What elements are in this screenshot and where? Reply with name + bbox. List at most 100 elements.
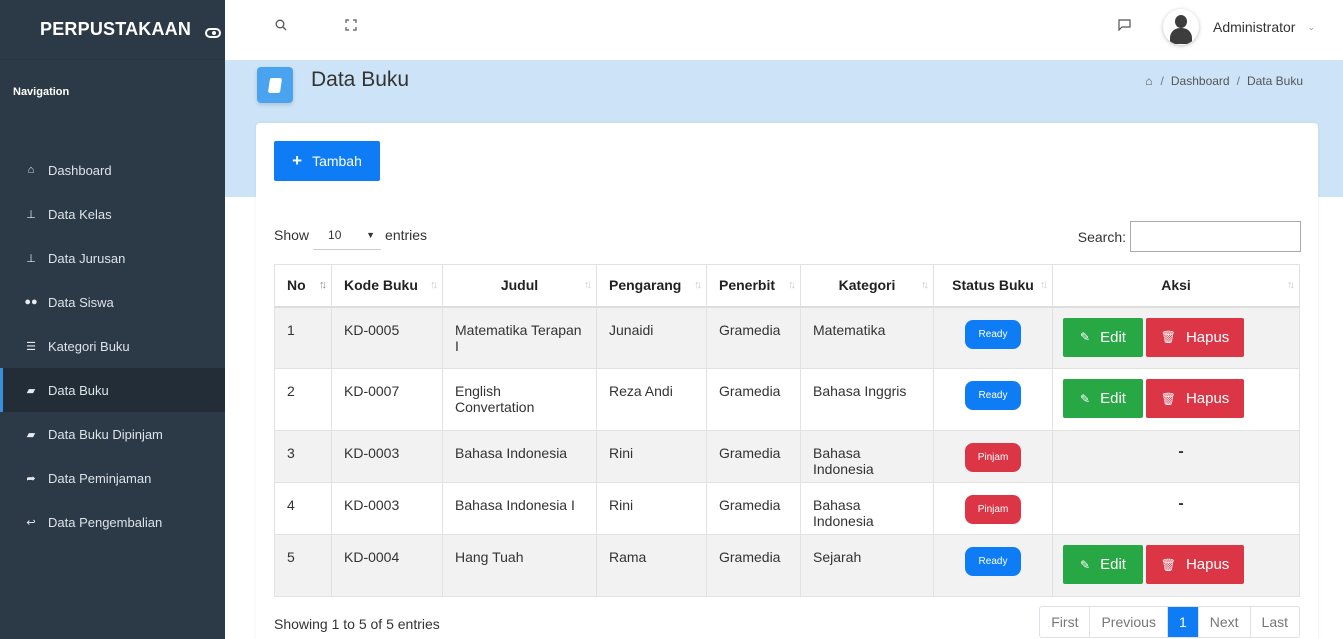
col-pengarang[interactable]: Pengarang ↑↓ <box>596 264 707 308</box>
book-icon: ▰ <box>26 384 36 397</box>
sidebar-item-label: Data Pengembalian <box>48 514 163 530</box>
sidebar-item-label: Data Jurusan <box>48 250 126 266</box>
sidebar-item-kategori-buku[interactable]: ☰ Kategori Buku <box>0 324 225 368</box>
sidebar-item-dashboard[interactable]: ⌂ Dashboard <box>0 148 225 192</box>
page-title: Data Buku <box>311 68 410 91</box>
edit-button[interactable]: ✎ Edit <box>1063 379 1143 418</box>
nav-title: Navigation <box>13 86 70 98</box>
nav-list: ⌂ Dashboard ⊥ Data Kelas ⊥ Data Jurusan ●● D… <box>0 148 225 544</box>
page-next[interactable]: Next <box>1197 607 1250 637</box>
delete-label: Hapus <box>1185 390 1230 407</box>
edit-button[interactable]: ✎ Edit <box>1063 317 1143 357</box>
toggle-icon[interactable] <box>205 27 222 38</box>
status-badge: Pinjam <box>965 495 1021 524</box>
cell-aksi: - <box>1052 482 1300 535</box>
search-control: Search: <box>1078 221 1301 252</box>
entries-value: 10 <box>328 227 342 242</box>
cell-judul: Bahasa Indonesia <box>442 430 597 483</box>
book-icon <box>257 67 293 103</box>
table-row: 3 KD-0003 Bahasa Indonesia Rini Gramedia… <box>274 430 1300 483</box>
cell-pengarang: Rini <box>596 430 707 483</box>
pagination: First Previous 1 Next Last <box>1039 606 1300 638</box>
breadcrumb: ⌂ / Dashboard / Data Buku <box>1145 74 1303 88</box>
sidebar-item-data-jurusan[interactable]: ⊥ Data Jurusan <box>0 236 225 280</box>
delete-label: Hapus <box>1185 328 1230 346</box>
sidebar-item-data-kelas[interactable]: ⊥ Data Kelas <box>0 192 225 236</box>
sidebar-item-data-siswa[interactable]: ●● Data Siswa <box>0 280 225 324</box>
user-menu[interactable]: Administrator ⌄ <box>1162 9 1315 45</box>
entries-select[interactable]: 10 ▼ <box>313 220 382 250</box>
cell-status: Ready <box>933 534 1053 597</box>
share-icon: ➦ <box>26 472 36 485</box>
cell-kode: KD-0005 <box>331 306 443 369</box>
breadcrumb-dashboard[interactable]: Dashboard <box>1171 74 1230 88</box>
col-status-buku[interactable]: Status Buku ↑↓ <box>933 264 1053 308</box>
topbar: Administrator ⌄ <box>225 0 1343 60</box>
cell-kategori: Bahasa Inggris <box>800 368 934 431</box>
cell-kategori: Bahasa Indonesia <box>800 482 934 535</box>
edit-icon: ✎ <box>1080 330 1091 344</box>
home-icon: ⌂ <box>27 164 35 176</box>
cell-judul: English Convertation <box>442 368 597 431</box>
cell-penerbit: Gramedia <box>706 306 801 369</box>
sort-icon: ↑↓ <box>1287 279 1295 291</box>
sort-icon: ↑↓ <box>319 279 327 291</box>
col-no[interactable]: No ↑↓ <box>274 264 332 308</box>
col-kode-buku[interactable]: Kode Buku ↑↓ <box>331 264 443 308</box>
trash-icon: 🗑 <box>1160 391 1176 406</box>
cell-status: Ready <box>933 306 1053 369</box>
col-kategori[interactable]: Kategori ↑↓ <box>800 264 934 308</box>
search-label: Search: <box>1077 228 1126 245</box>
col-aksi[interactable]: Aksi ↑↓ <box>1052 264 1300 308</box>
cell-judul: Matematika Terapan I <box>442 306 597 369</box>
col-penerbit[interactable]: Penerbit ↑↓ <box>706 264 801 308</box>
cell-pengarang: Rama <box>596 534 707 597</box>
fullscreen-icon[interactable] <box>345 19 357 34</box>
edit-button[interactable]: ✎ Edit <box>1063 545 1143 584</box>
search-icon[interactable] <box>275 19 287 34</box>
col-judul[interactable]: Judul ↑↓ <box>442 264 597 308</box>
entries-label: entries <box>385 227 428 243</box>
home-icon[interactable]: ⌂ <box>1145 74 1152 88</box>
page-1[interactable]: 1 <box>1166 607 1198 637</box>
cell-penerbit: Gramedia <box>706 482 801 535</box>
sort-icon: ↑↓ <box>430 279 438 291</box>
edit-icon: ✎ <box>1080 391 1091 406</box>
sort-icon: ↑↓ <box>694 279 702 291</box>
page-first[interactable]: First <box>1040 607 1089 637</box>
brand-title: PERPUSTAKAAN <box>40 19 192 39</box>
users-icon: ●● <box>24 296 38 308</box>
cell-pengarang: Junaidi <box>596 306 707 369</box>
edit-label: Edit <box>1100 328 1126 346</box>
main-content: Data Buku ⌂ / Dashboard / Data Buku + Ta… <box>225 60 1343 639</box>
page-previous[interactable]: Previous <box>1089 607 1166 637</box>
message-icon[interactable] <box>1118 19 1131 34</box>
cell-aksi: - <box>1052 430 1300 483</box>
cell-status: Pinjam <box>933 430 1053 483</box>
sort-icon: ↑↓ <box>1040 279 1048 291</box>
sidebar-item-data-buku[interactable]: ▰ Data Buku <box>0 368 225 412</box>
delete-button[interactable]: 🗑 Hapus <box>1146 379 1244 418</box>
trash-icon: 🗑 <box>1160 557 1176 572</box>
add-button[interactable]: + Tambah <box>274 141 380 181</box>
table-row: 1 KD-0005 Matematika Terapan I Junaidi G… <box>274 306 1300 369</box>
edit-label: Edit <box>1100 556 1126 573</box>
sidebar-item-data-peminjaman[interactable]: ➦ Data Peminjaman <box>0 456 225 500</box>
status-badge: Ready <box>965 319 1021 349</box>
search-input[interactable] <box>1130 221 1301 252</box>
status-badge: Ready <box>965 381 1021 410</box>
status-badge: Ready <box>965 547 1021 576</box>
page-last[interactable]: Last <box>1249 607 1299 637</box>
list-icon: ☰ <box>26 340 36 353</box>
breadcrumb-current: Data Buku <box>1246 74 1303 88</box>
table-row: 2 KD-0007 English Convertation Reza Andi… <box>274 368 1300 431</box>
brand[interactable]: PERPUSTAKAAN <box>0 0 225 60</box>
cell-judul: Hang Tuah <box>442 534 597 597</box>
col-label: Kategori <box>838 277 896 294</box>
delete-button[interactable]: 🗑 Hapus <box>1146 545 1244 584</box>
col-label: Judul <box>500 277 539 294</box>
sidebar-item-data-buku-dipinjam[interactable]: ▰ Data Buku Dipinjam <box>0 412 225 456</box>
delete-button[interactable]: 🗑 Hapus <box>1146 317 1244 357</box>
cell-kategori: Matematika <box>800 306 934 369</box>
sidebar-item-data-pengembalian[interactable]: ↩ Data Pengembalian <box>0 500 225 544</box>
